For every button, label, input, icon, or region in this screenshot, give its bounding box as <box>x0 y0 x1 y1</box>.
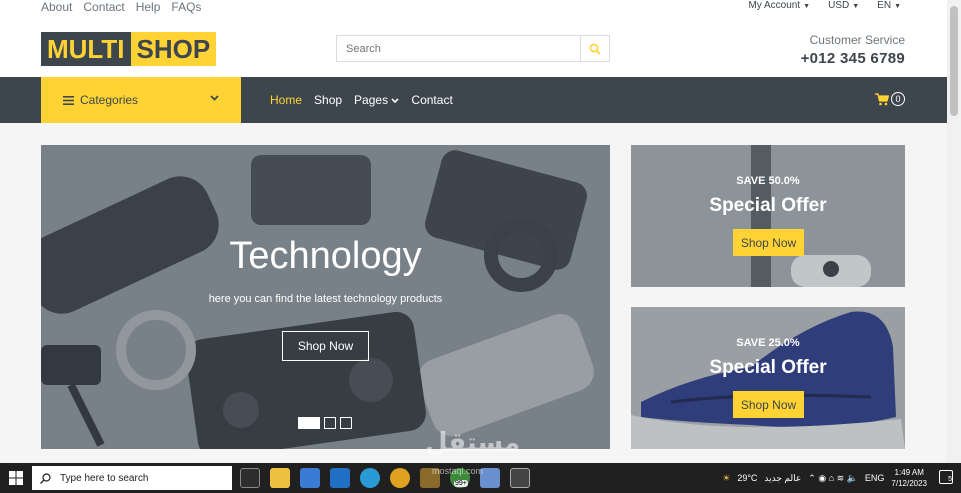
caret-down-icon: ▼ <box>803 3 811 10</box>
weather-text: عالم جديد <box>764 472 802 483</box>
my-account-dropdown[interactable]: My Account ▼ <box>748 0 810 11</box>
windows-start-icon[interactable] <box>9 471 23 485</box>
currency-label: USD <box>828 0 850 11</box>
brand-row: MULTI SHOP Customer Service +012 345 678… <box>0 14 947 77</box>
store-icon[interactable] <box>300 468 320 488</box>
nav-shop[interactable]: Shop <box>314 93 342 107</box>
offer-1-shop-now-button[interactable]: Shop Now <box>733 229 804 256</box>
search-input[interactable] <box>337 36 581 61</box>
watermark-logo: مستقل <box>425 428 521 458</box>
my-account-label: My Account <box>748 0 801 11</box>
nav-pages[interactable]: Pages <box>354 93 399 107</box>
search-button[interactable] <box>580 36 609 61</box>
notification-center-icon[interactable]: 5 <box>939 470 953 484</box>
offer-2-title: Special Offer <box>709 357 827 378</box>
offer-2-save-label: SAVE 25.0% <box>736 337 800 349</box>
hero-carousel: Technology here you can find the latest … <box>41 145 610 449</box>
menu-bars-icon <box>63 95 74 105</box>
language-dropdown[interactable]: EN ▼ <box>877 0 901 11</box>
search-icon <box>589 43 601 55</box>
contact-link[interactable]: Contact <box>83 0 124 14</box>
offer-1-save-label: SAVE 50.0% <box>736 175 800 187</box>
terminal-icon[interactable] <box>510 468 530 488</box>
help-link[interactable]: Help <box>136 0 161 14</box>
logo-part-2: SHOP <box>130 32 217 66</box>
top-bar: About Contact Help FAQs My Account ▼ USD ▼… <box>0 0 961 14</box>
mail-badge: 99+ <box>454 480 468 487</box>
cart-button[interactable]: 0 <box>875 92 905 106</box>
taskbar-time: 1:49 AM <box>894 468 924 477</box>
language-label: EN <box>877 0 892 11</box>
categories-dropdown[interactable]: Categories <box>41 77 241 123</box>
faqs-link[interactable]: FAQs <box>171 0 201 14</box>
language-indicator[interactable]: ENG <box>865 473 885 483</box>
cart-count-badge: 0 <box>891 92 905 106</box>
offer-1-title: Special Offer <box>709 195 827 216</box>
chevron-down-icon <box>391 98 399 104</box>
offer-banner-1: SAVE 50.0% Special Offer Shop Now <box>631 145 905 287</box>
customer-service: Customer Service +012 345 6789 <box>801 33 905 67</box>
taskbar-search-placeholder: Type here to search <box>60 472 149 484</box>
chrome-icon[interactable] <box>390 468 410 488</box>
logo[interactable]: MULTI SHOP <box>41 32 217 66</box>
carousel-indicators <box>298 417 352 429</box>
customer-service-phone: +012 345 6789 <box>800 50 905 67</box>
carousel-indicator-2[interactable] <box>324 417 336 429</box>
nav-home[interactable]: Home <box>270 93 302 107</box>
hero-title: Technology <box>229 235 422 277</box>
taskbar-clock[interactable]: 1:49 AM 7/12/2023 <box>891 467 927 489</box>
currency-dropdown[interactable]: USD ▼ <box>828 0 859 11</box>
weather-icon[interactable]: ☀ <box>722 473 730 484</box>
chevron-down-icon <box>210 95 219 101</box>
hero-subtitle: here you can find the latest technology … <box>208 293 443 305</box>
offer-2-shop-now-button[interactable]: Shop Now <box>733 391 804 418</box>
file-explorer-icon[interactable] <box>270 468 290 488</box>
nav-links: Home Shop Pages Contact <box>270 77 453 123</box>
categories-label: Categories <box>80 93 139 107</box>
notification-count: 5 <box>948 476 952 483</box>
top-links: About Contact Help FAQs <box>41 0 201 14</box>
taskbar-apps: 99+ <box>240 468 530 488</box>
tray-icons[interactable]: ⌃ ◉ ⌂ ≋ 🔈 <box>808 473 858 484</box>
system-tray: ☀ 29°C عالم جديد ⌃ ◉ ⌂ ≋ 🔈 ENG 1:49 AM 7… <box>722 463 927 493</box>
caret-down-icon: ▼ <box>894 3 901 10</box>
hero-shop-now-button[interactable]: Shop Now <box>282 331 369 361</box>
offer-banner-2: SAVE 25.0% Special Offer Shop Now <box>631 307 905 449</box>
taskbar-date: 7/12/2023 <box>891 479 927 488</box>
edge-icon[interactable] <box>360 468 380 488</box>
carousel-indicator-1[interactable] <box>298 417 320 429</box>
search-icon <box>40 472 51 484</box>
watermark-url: mostaql.com <box>432 466 484 476</box>
taskbar-search[interactable]: Type here to search <box>32 466 232 490</box>
main-navbar: Categories Home Shop Pages Contact 0 <box>0 77 947 123</box>
shopping-cart-icon <box>875 92 889 105</box>
search-box <box>336 35 610 62</box>
about-link[interactable]: About <box>41 0 72 14</box>
task-view-icon[interactable] <box>240 468 260 488</box>
logo-part-1: MULTI <box>41 32 131 66</box>
scrollbar-thumb[interactable] <box>950 6 958 116</box>
page-scrollbar[interactable] <box>947 0 961 463</box>
carousel-indicator-3[interactable] <box>340 417 352 429</box>
nav-pages-label: Pages <box>354 93 389 107</box>
weather-temp: 29°C <box>737 473 758 483</box>
customer-service-label: Customer Service <box>809 33 905 47</box>
mail-icon[interactable] <box>330 468 350 488</box>
caret-down-icon: ▼ <box>852 3 860 10</box>
top-dropdowns: My Account ▼ USD ▼ EN ▼ <box>748 0 901 11</box>
nav-contact[interactable]: Contact <box>411 93 452 107</box>
